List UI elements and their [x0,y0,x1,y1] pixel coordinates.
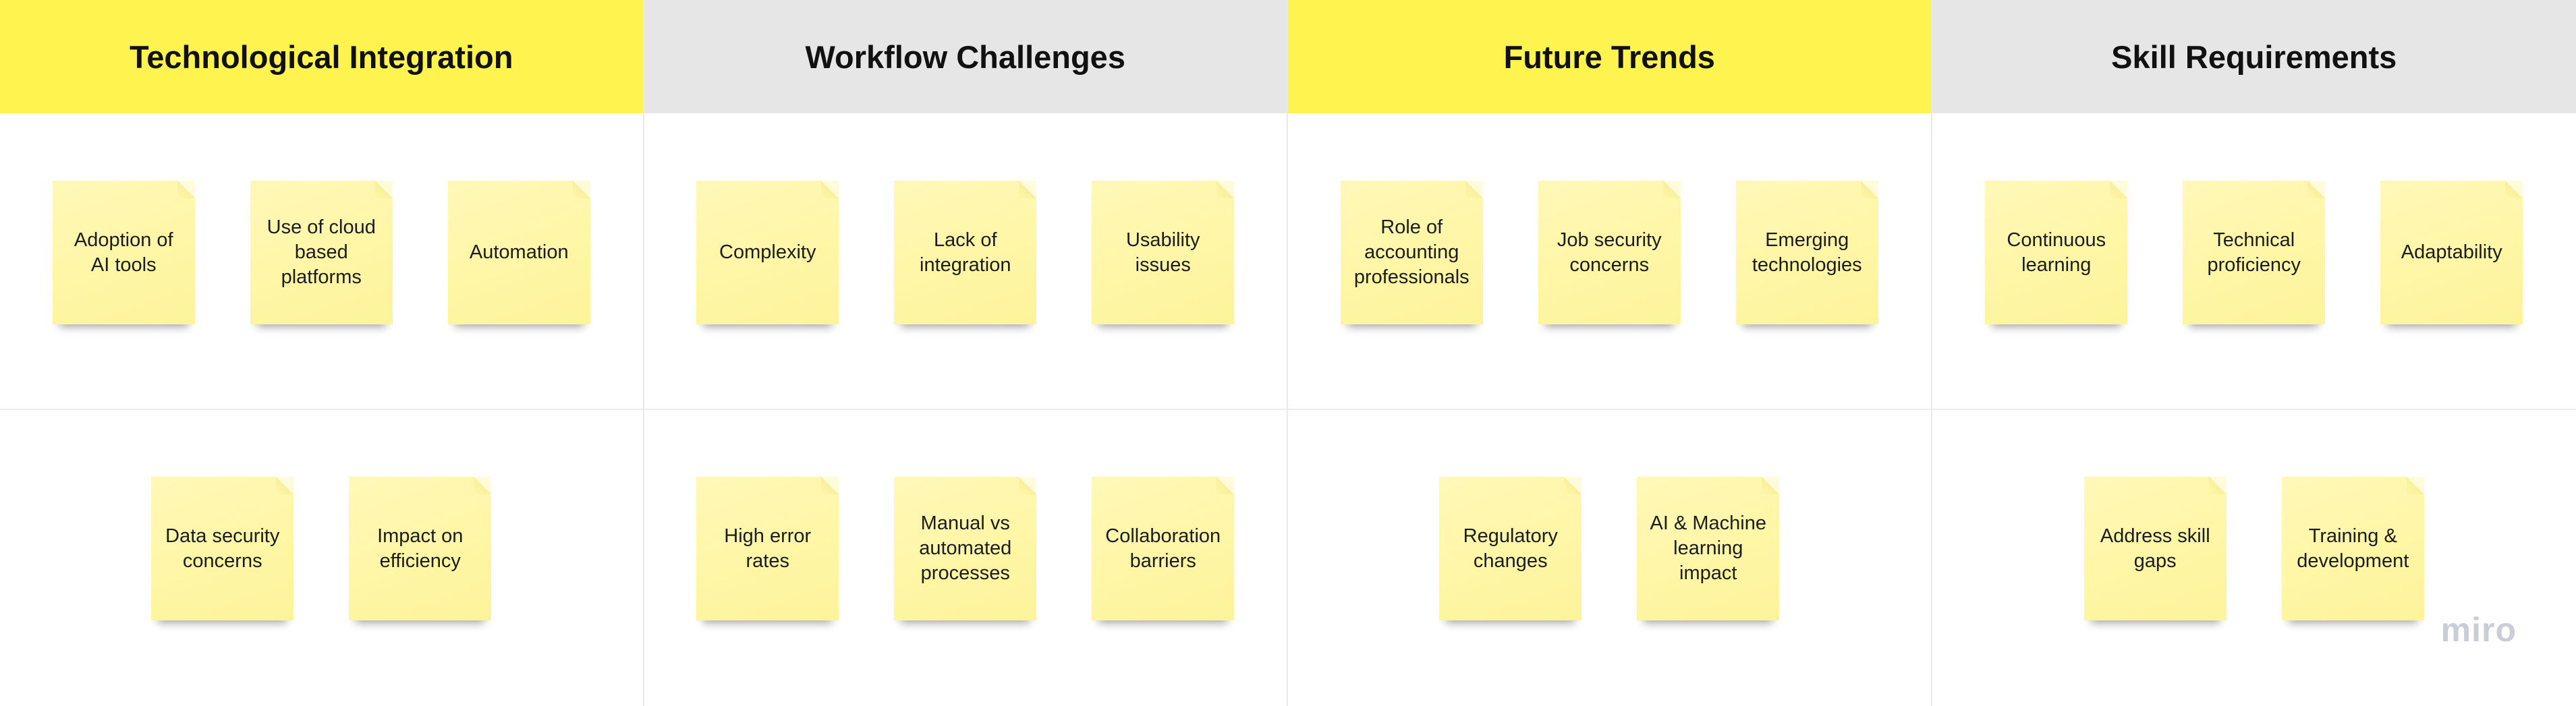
sticky-note[interactable]: Usability issues [1092,181,1235,324]
row-divider [0,409,643,410]
sticky-note[interactable]: Role of accounting professionals [1340,181,1483,324]
sticky-row-top: Complexity Lack of integration Usability… [644,181,1287,324]
sticky-note[interactable]: Address skill gaps [2083,477,2227,620]
sticky-row-bottom: Address skill gaps Training & developmen… [1932,477,2576,620]
row-divider [644,409,1287,410]
sticky-note[interactable]: Emerging technologies [1735,181,1878,324]
sticky-row-top: Role of accounting professionals Job sec… [1288,181,1931,324]
sticky-note[interactable]: Manual vs automated processes [894,477,1037,620]
miro-logo: miro [2440,611,2517,649]
sticky-note[interactable]: Technical proficiency [2183,181,2326,324]
sticky-note[interactable]: Lack of integration [894,181,1037,324]
row-divider [1288,409,1931,410]
sticky-note[interactable]: Collaboration barriers [1092,477,1235,620]
column-workflow-challenges: Workflow Challenges Complexity Lack of i… [644,0,1288,706]
column-header[interactable]: Skill Requirements [1932,0,2576,113]
sticky-note[interactable]: High error rates [696,477,839,620]
sticky-note[interactable]: Continuous learning [1985,181,2128,324]
sticky-note[interactable]: Use of cloud based platforms [250,181,393,324]
row-divider [1932,409,2576,410]
sticky-row-bottom: Data security concerns Impact on efficie… [0,477,643,620]
sticky-row-top: Continuous learning Technical proficienc… [1932,181,2576,324]
column-header[interactable]: Future Trends [1288,0,1931,113]
column-technological-integration: Technological Integration Adoption of AI… [0,0,644,706]
sticky-note[interactable]: Training & development [2281,477,2424,620]
column-header[interactable]: Workflow Challenges [644,0,1287,113]
sticky-note[interactable]: Adoption of AI tools [52,181,195,324]
sticky-row-bottom: High error rates Manual vs automated pro… [644,477,1287,620]
sticky-note[interactable]: Automation [447,181,590,324]
column-skill-requirements: Skill Requirements Continuous learning T… [1932,0,2576,706]
sticky-note[interactable]: AI & Machine learning impact [1637,477,1780,620]
sticky-note[interactable]: Data security concerns [151,477,294,620]
sticky-note[interactable]: Job security concerns [1538,181,1681,324]
sticky-row-bottom: Regulatory changes AI & Machine learning… [1288,477,1931,620]
sticky-note[interactable]: Adaptability [2380,181,2523,324]
sticky-note[interactable]: Impact on efficiency [349,477,492,620]
sticky-row-top: Adoption of AI tools Use of cloud based … [0,181,643,324]
miro-board: Technological Integration Adoption of AI… [0,0,2576,706]
sticky-note[interactable]: Complexity [696,181,839,324]
column-future-trends: Future Trends Role of accounting profess… [1288,0,1932,706]
sticky-note[interactable]: Regulatory changes [1439,477,1582,620]
column-header[interactable]: Technological Integration [0,0,643,113]
